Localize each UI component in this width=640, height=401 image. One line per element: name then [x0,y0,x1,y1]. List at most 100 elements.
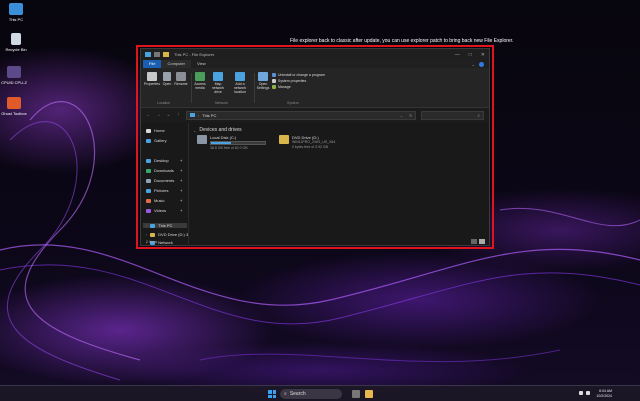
access-media-button[interactable]: Access media [193,72,207,90]
title-bar[interactable]: This PC - File Explorer — □ ✕ [141,49,489,60]
system-properties-button[interactable]: System properties [272,79,306,83]
sidebar-item-label: This PC [158,223,173,228]
rename-button[interactable]: Rename [174,72,188,86]
start-button[interactable] [268,390,276,398]
maximize-button[interactable]: □ [469,52,472,58]
sidebar-item-videos[interactable]: Videos ✦ [146,208,186,213]
pin-icon: ✦ [179,188,183,193]
group-label-network: Network [215,101,228,105]
desktop-icon-recycle-bin[interactable]: Recycle Bin [2,33,30,52]
open-settings-button[interactable]: Open Settings [256,72,270,90]
drive-dvd[interactable]: DVD Drive (D:) WIN11PRO_24H2_US_X64 0 by… [279,135,335,150]
access-media-label: Access media [194,82,206,90]
content-pane: ⌄ Devices and drives Local Disk (C:) 38.… [189,123,489,246]
close-button[interactable]: ✕ [481,52,485,58]
sidebar-item-label: Downloads [154,168,174,173]
section-header[interactable]: ⌄ Devices and drives [193,127,242,133]
forward-button[interactable]: → [156,112,161,118]
help-icon[interactable] [479,61,484,67]
desktop-icon-label: Ghost Toolbox [1,111,27,116]
search-icon: ⌕ [284,391,287,397]
expand-ribbon-icon[interactable]: ⌄ [472,62,475,67]
tab-computer[interactable]: Computer [161,60,192,68]
section-title: Devices and drives [199,127,242,133]
rename-icon [176,72,186,81]
recent-locations-button[interactable]: ⌄ [166,112,171,118]
desktop-icon-cpu-z[interactable]: CPUID CPU-Z [0,66,28,85]
expand-chevron-icon[interactable]: › [146,233,147,237]
videos-icon [146,208,151,213]
sidebar-item-label: Network [158,240,173,245]
sidebar-item-label: DVD Drive (D:) 3 [158,232,189,237]
sidebar-item-music[interactable]: Music ✦ [146,198,186,203]
up-button[interactable]: ↑ [176,112,181,118]
system-tray [579,391,590,395]
taskbar: ⌕ Search 6:04 AM 10/2/2024 [0,385,640,401]
sidebar-item-home[interactable]: Home [146,128,165,133]
add-network-location-button[interactable]: Add a network location [229,72,251,94]
this-pc-icon [150,223,156,228]
sidebar-item-desktop[interactable]: Desktop ✦ [146,158,186,163]
collapse-chevron-icon: ⌄ [193,127,197,133]
pin-icon: ✦ [179,158,183,163]
navigation-pane: Home Gallery Desktop ✦ Downloads ✦ Docum… [141,123,189,246]
address-bar[interactable]: › This PC ⌄ ↻ [185,110,417,120]
tab-file[interactable]: File [143,60,162,68]
tab-view[interactable]: View [191,60,212,68]
desktop-icon-label: CPUID CPU-Z [1,80,27,85]
desktop-icon-label: This PC [8,17,24,22]
folder-icon[interactable] [163,52,169,57]
minimize-button[interactable]: — [455,52,460,58]
monitor-icon [9,3,23,15]
address-dropdown-icon[interactable]: ⌄ [400,113,403,118]
uninstall-label: Uninstall or change a program [278,73,325,77]
uninstall-button[interactable]: Uninstall or change a program [272,73,325,77]
system-properties-icon [272,79,276,83]
taskbar-search[interactable]: ⌕ Search [280,389,342,399]
sidebar-item-documents[interactable]: Documents ✦ [146,178,186,183]
sidebar-item-label: Music [154,198,165,203]
media-icon [195,72,205,81]
open-label: Open [162,82,172,86]
manage-button[interactable]: Manage [272,85,291,89]
expand-chevron-icon[interactable]: › [146,224,147,228]
properties-icon [147,72,157,81]
network-tray-icon[interactable] [579,391,583,395]
details-view-button[interactable] [471,239,477,244]
drive-local-disk[interactable]: Local Disk (C:) 38.8 GB free of 62.0 GB [197,135,266,151]
view-toggle [471,239,485,244]
desktop-icon-ghost-toolbox[interactable]: Ghost Toolbox [0,97,28,116]
quick-access-icon[interactable] [154,52,160,57]
hard-drive-icon [197,135,207,144]
tiles-view-button[interactable] [479,239,485,244]
desktop-icon-this-pc[interactable]: This PC [2,3,30,22]
downloads-icon [146,168,151,173]
back-button[interactable]: ← [146,112,151,118]
sidebar-item-gallery[interactable]: Gallery [146,138,167,143]
map-network-drive-button[interactable]: Map network drive [208,72,228,94]
sidebar-item-this-pc[interactable]: › This PC [143,223,187,228]
properties-button[interactable]: Properties [144,72,160,86]
sidebar-item-downloads[interactable]: Downloads ✦ [146,168,186,173]
sidebar-item-label: Home [154,128,165,133]
music-icon [146,198,151,203]
volume-tray-icon[interactable] [586,391,590,395]
task-view-icon[interactable] [352,390,360,398]
open-button[interactable]: Open [161,72,173,86]
sidebar-item-dvd-drive[interactable]: › DVD Drive (D:) 3 [146,232,188,237]
clock-date: 10/2/2024 [596,394,612,398]
dvd-icon [150,232,156,237]
clock[interactable]: 6:04 AM 10/2/2024 [596,389,612,399]
taskbar-search-label: Search [289,391,306,397]
address-row: ← → ⌄ ↑ › This PC ⌄ ↻ ⌕ [141,108,489,122]
sidebar-item-label: Pictures [154,188,169,193]
sidebar-item-pictures[interactable]: Pictures ✦ [146,188,186,193]
refresh-icon[interactable]: ↻ [409,113,412,118]
search-input[interactable]: ⌕ [421,110,485,120]
add-location-label: Add a network location [233,82,247,94]
sidebar-item-label: Videos [154,208,167,213]
this-pc-icon [189,113,195,117]
ribbon: Properties Open Rename Location Access m… [141,68,489,108]
sidebar-item-label: Gallery [154,138,167,143]
file-explorer-taskbar-icon[interactable] [365,390,373,398]
